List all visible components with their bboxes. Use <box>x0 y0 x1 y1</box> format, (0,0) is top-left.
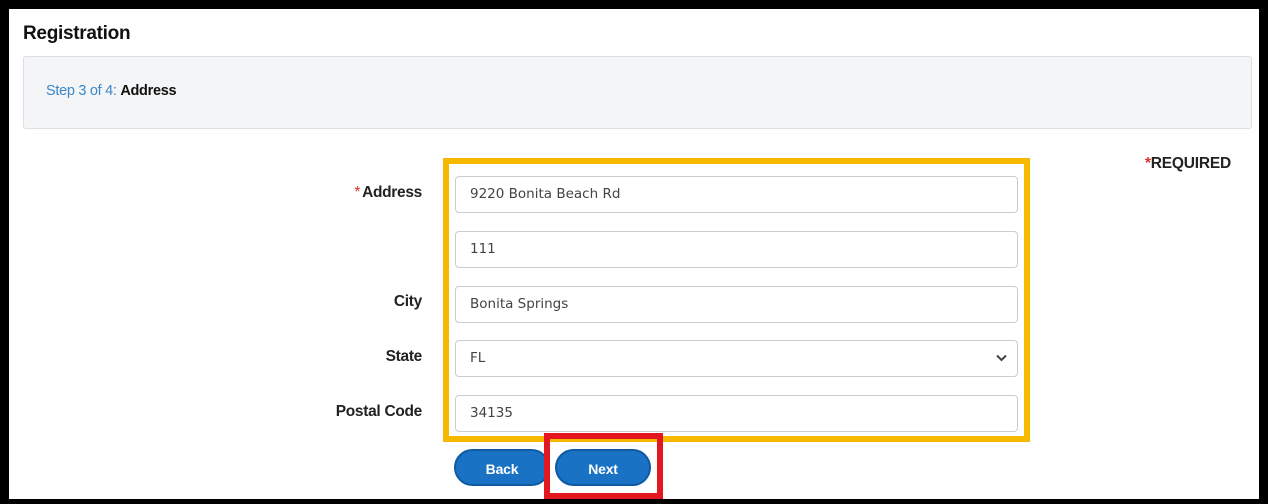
step-name: Address <box>120 83 177 99</box>
step-number: Step 3 of 4: <box>46 83 117 99</box>
page-title: Registration <box>23 23 131 44</box>
back-button[interactable]: Back <box>454 449 550 486</box>
city-label: City <box>393 293 422 310</box>
postal-code-label: Postal Code <box>335 403 423 420</box>
address-label-text: Address <box>362 184 422 201</box>
address-label: * Address <box>354 184 422 202</box>
step-indicator-panel: Step 3 of 4: Address <box>23 56 1252 129</box>
required-legend-text: REQUIRED <box>1150 155 1231 172</box>
required-legend: *REQUIRED <box>1145 155 1231 173</box>
registration-page: Registration Step 3 of 4: Address *REQUI… <box>9 9 1259 499</box>
step-indicator: Step 3 of 4: Address <box>46 83 177 99</box>
required-star: * <box>354 184 361 201</box>
state-label: State <box>385 348 423 365</box>
next-button-highlight <box>544 433 663 499</box>
form-fields-highlight <box>443 158 1030 442</box>
